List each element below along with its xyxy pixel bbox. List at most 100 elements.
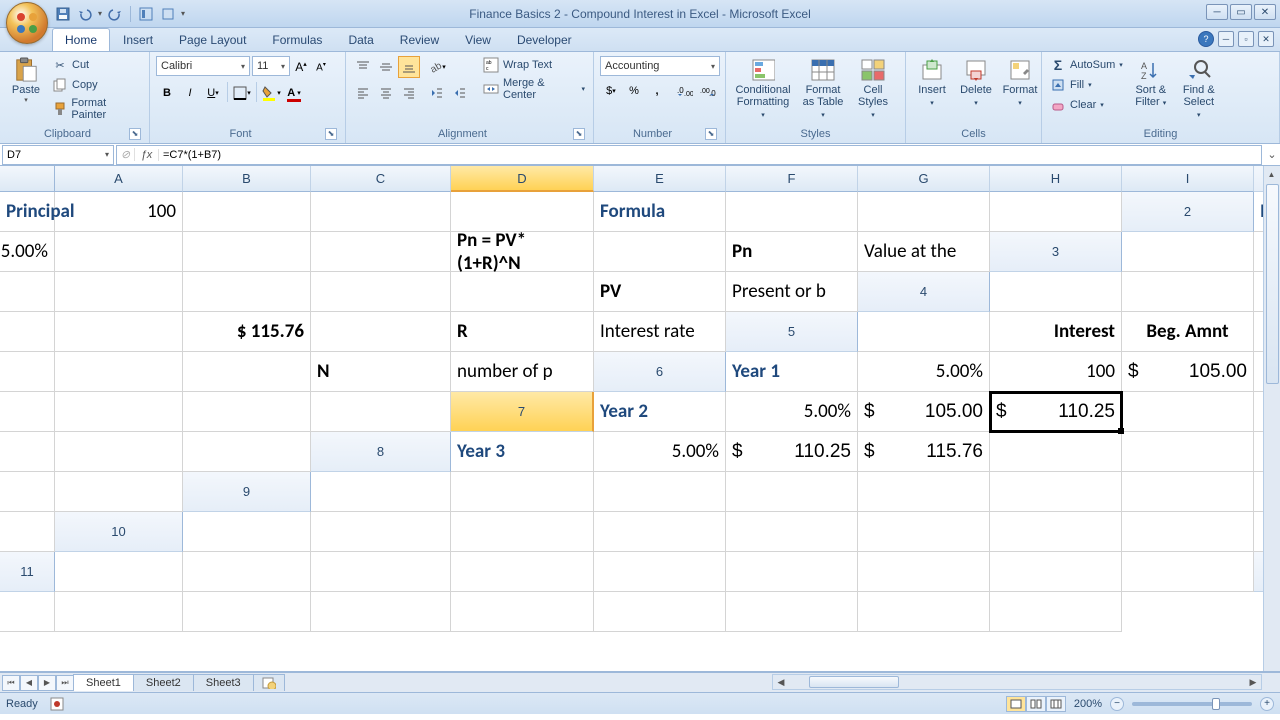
shrink-font-icon[interactable]: A▾ bbox=[312, 56, 330, 78]
align-bottom-icon[interactable] bbox=[398, 56, 420, 78]
col-header-C[interactable]: C bbox=[311, 166, 451, 192]
row-header-11[interactable]: 11 bbox=[0, 552, 55, 592]
copy-button[interactable]: Copy bbox=[50, 76, 143, 94]
cell-A6[interactable]: Year 1 bbox=[726, 352, 858, 392]
format-painter-button[interactable]: Format Painter bbox=[50, 96, 143, 122]
cell-B10[interactable] bbox=[311, 512, 451, 552]
cell-I3[interactable]: Present or b bbox=[726, 272, 858, 312]
cell-C6[interactable]: 100 bbox=[990, 352, 1122, 392]
conditional-formatting-button[interactable]: Conditional Formatting ▾ bbox=[732, 56, 794, 124]
cell-B9[interactable] bbox=[451, 472, 594, 512]
cell-H2[interactable]: Pn bbox=[726, 232, 858, 272]
cell-I5[interactable]: number of p bbox=[451, 352, 594, 392]
align-top-icon[interactable] bbox=[352, 56, 374, 78]
new-sheet-button[interactable] bbox=[253, 674, 285, 691]
align-right-icon[interactable] bbox=[398, 82, 420, 104]
tab-developer[interactable]: Developer bbox=[504, 28, 585, 51]
cell-B6[interactable]: 5.00% bbox=[858, 352, 990, 392]
ribbon-close-button[interactable]: ✕ bbox=[1258, 31, 1274, 47]
select-all-corner[interactable] bbox=[0, 166, 55, 192]
cell-I7[interactable] bbox=[183, 432, 311, 472]
cell-A11[interactable] bbox=[55, 552, 183, 592]
cell-I9[interactable] bbox=[0, 512, 55, 552]
align-center-icon[interactable] bbox=[375, 82, 397, 104]
cell-C12[interactable] bbox=[183, 592, 311, 632]
decrease-indent-icon[interactable] bbox=[426, 82, 448, 104]
col-header-A[interactable]: A bbox=[55, 166, 183, 192]
cell-B5[interactable]: Interest bbox=[990, 312, 1122, 352]
cell-E12[interactable] bbox=[451, 592, 594, 632]
alignment-launcher[interactable]: ⬊ bbox=[573, 128, 585, 140]
ribbon-restore-button[interactable]: ▫ bbox=[1238, 31, 1254, 47]
merge-center-button[interactable]: Merge & Center▾ bbox=[481, 76, 587, 102]
expand-formula-bar[interactable]: ⌄ bbox=[1264, 148, 1280, 161]
cell-H5[interactable]: N bbox=[311, 352, 451, 392]
macro-record-icon[interactable] bbox=[50, 697, 64, 711]
cell-G4[interactable] bbox=[311, 312, 451, 352]
cell-A5[interactable] bbox=[858, 312, 990, 352]
view-normal-button[interactable] bbox=[1006, 696, 1026, 712]
view-page-layout-button[interactable] bbox=[1026, 696, 1046, 712]
cell-I8[interactable] bbox=[55, 472, 183, 512]
find-select-button[interactable]: Find & Select ▾ bbox=[1177, 56, 1221, 124]
comma-format-icon[interactable]: , bbox=[646, 80, 668, 102]
sheet-tab-1[interactable]: Sheet1 bbox=[73, 674, 134, 691]
cell-C1[interactable] bbox=[183, 192, 311, 232]
row-header-7[interactable]: 7 bbox=[451, 392, 594, 432]
cell-F1[interactable]: Formula bbox=[594, 192, 726, 232]
row-header-3[interactable]: 3 bbox=[990, 232, 1122, 272]
tab-view[interactable]: View bbox=[452, 28, 504, 51]
cell-F11[interactable] bbox=[726, 552, 858, 592]
accounting-format-icon[interactable]: $▾ bbox=[600, 80, 622, 102]
font-size-combo[interactable]: 11▾ bbox=[252, 56, 290, 76]
vertical-scrollbar[interactable]: ▲ bbox=[1263, 166, 1280, 671]
cell-D6[interactable]: $105.00 bbox=[1122, 352, 1254, 392]
cell-I6[interactable] bbox=[311, 392, 451, 432]
cell-E3[interactable] bbox=[183, 272, 311, 312]
clear-button[interactable]: Clear▾ bbox=[1048, 96, 1125, 114]
cell-B8[interactable]: 5.00% bbox=[594, 432, 726, 472]
cell-H4[interactable]: R bbox=[451, 312, 594, 352]
sheet-nav-last[interactable]: ⏭ bbox=[56, 675, 74, 691]
cell-C10[interactable] bbox=[451, 512, 594, 552]
increase-decimal-icon[interactable]: .0.00 bbox=[674, 80, 696, 102]
cell-E8[interactable] bbox=[990, 432, 1122, 472]
cell-E7[interactable] bbox=[1122, 392, 1254, 432]
format-cells-button[interactable]: Format▾ bbox=[1000, 56, 1040, 112]
cell-F4[interactable]: $ 115.76 bbox=[183, 312, 311, 352]
cell-D9[interactable] bbox=[726, 472, 858, 512]
cell-C8[interactable]: $110.25 bbox=[726, 432, 858, 472]
cell-D2[interactable] bbox=[183, 232, 311, 272]
undo-icon[interactable] bbox=[76, 5, 94, 23]
align-left-icon[interactable] bbox=[352, 82, 374, 104]
cell-H1[interactable] bbox=[858, 192, 990, 232]
save-icon[interactable] bbox=[54, 5, 72, 23]
cell-E11[interactable] bbox=[594, 552, 726, 592]
col-header-E[interactable]: E bbox=[594, 166, 726, 192]
cell-D12[interactable] bbox=[311, 592, 451, 632]
cell-H12[interactable] bbox=[858, 592, 990, 632]
cell-F3[interactable] bbox=[311, 272, 451, 312]
italic-button[interactable]: I bbox=[179, 82, 201, 104]
cell-G1[interactable] bbox=[726, 192, 858, 232]
cell-H11[interactable] bbox=[990, 552, 1122, 592]
fill-color-button[interactable]: ▾ bbox=[260, 82, 282, 104]
cell-G3[interactable] bbox=[451, 272, 594, 312]
cell-I1[interactable] bbox=[990, 192, 1122, 232]
paste-button[interactable]: Paste ▾ bbox=[6, 56, 46, 106]
zoom-out-button[interactable]: − bbox=[1110, 697, 1124, 711]
cell-G11[interactable] bbox=[858, 552, 990, 592]
tab-home[interactable]: Home bbox=[52, 28, 110, 51]
sheet-tab-3[interactable]: Sheet3 bbox=[193, 674, 254, 691]
cell-A1[interactable]: Principal bbox=[0, 192, 55, 232]
sheet-tab-2[interactable]: Sheet2 bbox=[133, 674, 194, 691]
cell-C7[interactable]: $105.00 bbox=[858, 392, 990, 432]
horizontal-scrollbar[interactable]: ◀▶ bbox=[772, 674, 1262, 690]
cell-D8[interactable]: $115.76 bbox=[858, 432, 990, 472]
cell-G10[interactable] bbox=[990, 512, 1122, 552]
cell-B12[interactable] bbox=[55, 592, 183, 632]
view-page-break-button[interactable] bbox=[1046, 696, 1066, 712]
increase-indent-icon[interactable] bbox=[449, 82, 471, 104]
cell-F10[interactable] bbox=[858, 512, 990, 552]
cell-H10[interactable] bbox=[1122, 512, 1254, 552]
